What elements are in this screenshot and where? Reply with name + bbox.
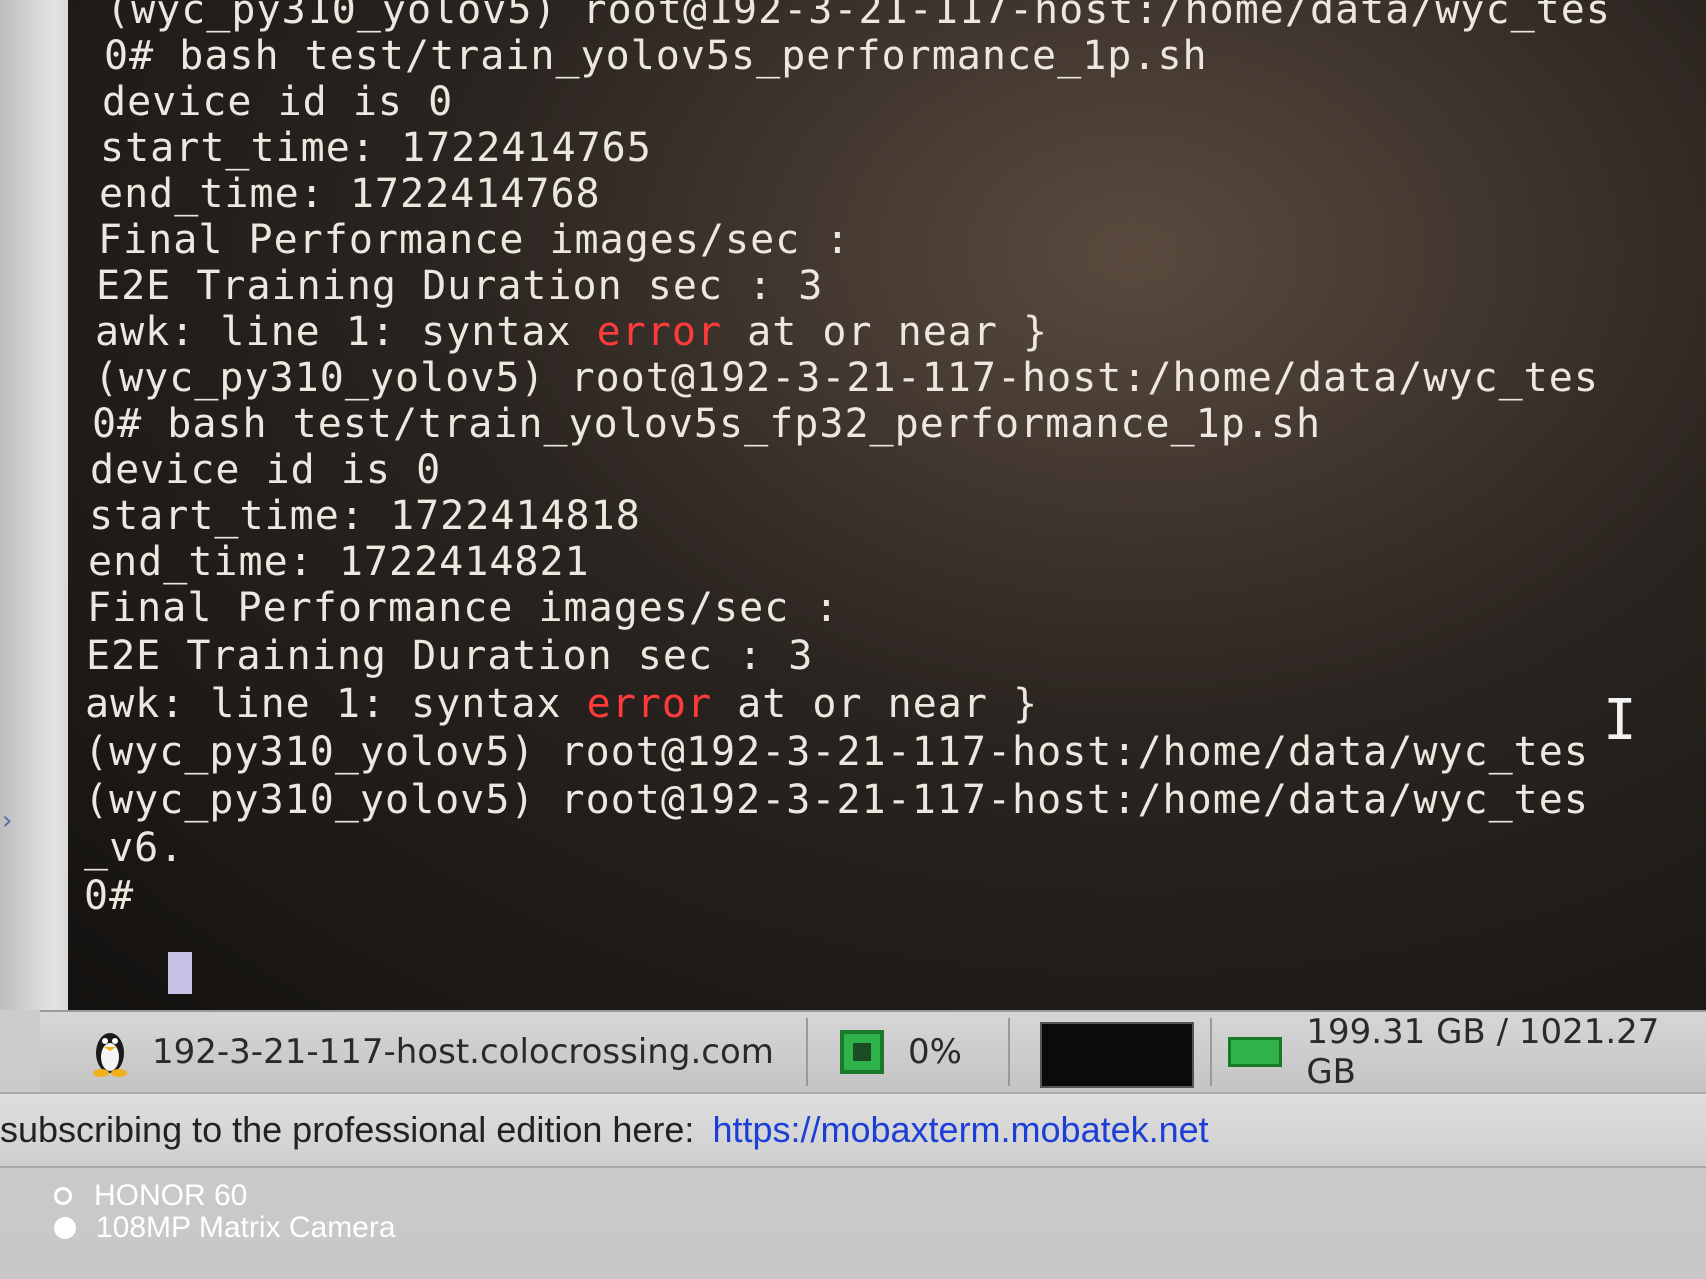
terminal-line: Final Performance images/sec : xyxy=(98,217,851,263)
memory-segment[interactable]: 199.31 GB / 1021.27 GB xyxy=(1228,1012,1706,1092)
text-cursor xyxy=(168,952,192,994)
terminal-line: end_time: 1722414768 xyxy=(99,171,601,217)
status-divider xyxy=(806,1018,808,1086)
terminal-line: _v6. xyxy=(84,825,185,871)
watermark-device-row: HONOR 60 xyxy=(54,1180,396,1212)
cpu-segment[interactable]: 0% xyxy=(840,1012,962,1092)
terminal-line: (wyc_py310_yolov5) root@192-3-21-117-hos… xyxy=(106,0,1611,33)
linux-penguin-icon xyxy=(93,1033,127,1077)
error-word: error xyxy=(596,309,723,355)
error-line-prefix: awk: line 1: syntax xyxy=(95,309,597,355)
terminal-line: (wyc_py310_yolov5) root@192-3-21-117-hos… xyxy=(94,355,1599,401)
ring-icon xyxy=(54,1187,72,1205)
camera-watermark: HONOR 60 108MP Matrix Camera xyxy=(54,1180,396,1244)
error-line-suffix: at or near } xyxy=(722,309,1049,355)
terminal-line: device id is 0 xyxy=(90,447,442,493)
terminal-line-error: awk: line 1: syntax error at or near } xyxy=(85,680,1038,728)
watermark-camera-row: 108MP Matrix Camera xyxy=(54,1212,396,1244)
error-word: error xyxy=(586,681,713,727)
terminal-line: E2E Training Duration sec : 3 xyxy=(86,633,814,679)
mobaxterm-window: › (wyc_py310_yolov5) root@192-3-21-117-h… xyxy=(0,0,1706,1279)
watermark-device: HONOR 60 xyxy=(94,1179,248,1212)
status-divider xyxy=(1210,1018,1212,1086)
terminal-line: 0# bash test/train_yolov5s_fp32_performa… xyxy=(92,401,1322,447)
terminal-line: end_time: 1722414821 xyxy=(88,539,590,585)
terminal-line: start_time: 1722414765 xyxy=(100,125,652,171)
left-side-panel: › xyxy=(0,0,68,1010)
mobaxterm-link[interactable]: https://mobaxterm.mobatek.net xyxy=(712,1109,1208,1151)
status-divider xyxy=(1008,1018,1010,1086)
host-name: 192-3-21-117-host.colocrossing.com xyxy=(152,1032,774,1072)
ram-icon xyxy=(1228,1037,1283,1067)
cpu-usage: 0% xyxy=(908,1032,962,1072)
terminal-line: (wyc_py310_yolov5) root@192-3-21-117-hos… xyxy=(84,729,1589,775)
notice-text: subscribing to the professional edition … xyxy=(0,1109,695,1150)
terminal-line: device id is 0 xyxy=(102,79,454,125)
terminal-line-error: awk: line 1: syntax error at or near } xyxy=(95,308,1048,356)
network-graph xyxy=(1040,1022,1194,1088)
memory-usage: 199.31 GB / 1021.27 GB xyxy=(1306,1012,1660,1092)
watermark-camera: 108MP Matrix Camera xyxy=(96,1211,396,1244)
terminal-line: E2E Training Duration sec : 3 xyxy=(96,263,824,309)
terminal-prompt: 0# xyxy=(84,873,160,919)
cpu-icon xyxy=(840,1030,884,1074)
terminal-line: 0# bash test/train_yolov5s_performance_1… xyxy=(104,33,1208,79)
host-segment[interactable]: 192-3-21-117-host.colocrossing.com xyxy=(90,1012,774,1092)
terminal-line: Final Performance images/sec : xyxy=(87,585,840,631)
terminal-line: start_time: 1722414818 xyxy=(89,493,641,539)
dot-icon xyxy=(54,1217,76,1239)
ibeam-cursor-icon: I xyxy=(1603,688,1637,753)
chevron-right-icon[interactable]: › xyxy=(2,806,12,836)
terminal-area[interactable]: (wyc_py310_yolov5) root@192-3-21-117-hos… xyxy=(68,0,1706,1010)
terminal-line: (wyc_py310_yolov5) root@192-3-21-117-hos… xyxy=(84,777,1589,823)
subscription-notice: subscribing to the professional edition … xyxy=(0,1092,1706,1168)
error-line-prefix: awk: line 1: syntax xyxy=(85,681,587,727)
error-line-suffix: at or near } xyxy=(712,681,1039,727)
status-bar: 192-3-21-117-host.colocrossing.com 0% 19… xyxy=(40,1010,1706,1092)
